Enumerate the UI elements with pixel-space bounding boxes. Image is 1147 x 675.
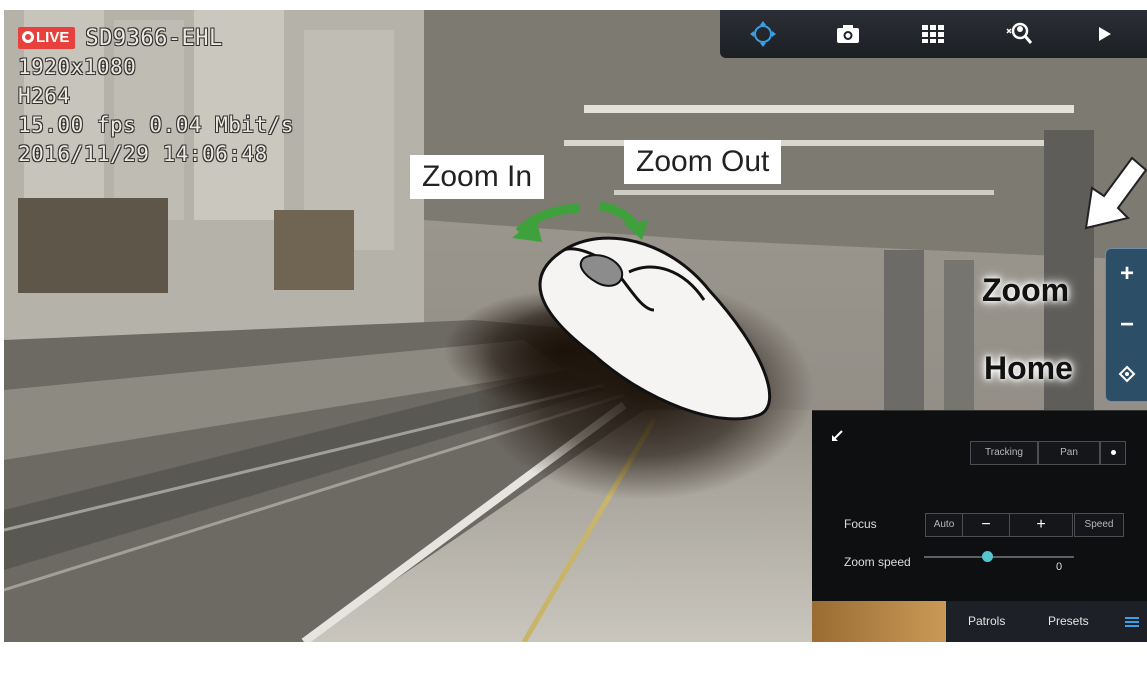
- zoom-speed-value: 0: [1056, 561, 1063, 573]
- camera-model: SD9366-EHL: [85, 26, 223, 51]
- stream-rate: 15.00 fps 0.04 Mbit/s: [18, 113, 295, 137]
- zoom-in-callout: Zoom In: [410, 155, 545, 199]
- stream-resolution: 1920x1080: [18, 55, 137, 79]
- live-dot-icon: [22, 31, 34, 43]
- zoom-speed-label: Zoom speed: [844, 555, 911, 569]
- ptz-move-icon: [749, 21, 776, 47]
- focus-speed-button[interactable]: Speed: [1074, 513, 1124, 537]
- focus-minus-button[interactable]: −: [962, 513, 1010, 537]
- ptz-bottom-bar: Patrols Presets: [812, 601, 1147, 642]
- pan-button[interactable]: Pan: [1038, 441, 1100, 465]
- home-callout: Home: [984, 350, 1073, 386]
- user-search-icon: [1006, 22, 1032, 44]
- live-video-view[interactable]: LIVE SD9366-EHL 1920x1080 H264 15.00 fps …: [4, 10, 1147, 642]
- snapshot-button[interactable]: [827, 15, 869, 53]
- zoom-speed-slider-thumb[interactable]: [982, 551, 993, 562]
- layout-button[interactable]: [912, 15, 954, 53]
- stream-datetime: 2016/11/29 14:06:48: [18, 142, 268, 166]
- grid-layout-icon: [922, 25, 945, 43]
- people-search-button[interactable]: [998, 15, 1040, 53]
- pan-toggle[interactable]: [1100, 441, 1126, 465]
- menu-icon[interactable]: [1124, 615, 1140, 629]
- home-button[interactable]: [1106, 362, 1147, 390]
- stream-codec: H264: [18, 84, 71, 108]
- play-icon: [1099, 27, 1112, 41]
- tab-patrols[interactable]: Patrols: [968, 614, 1005, 628]
- video-osd-overlay: LIVE SD9366-EHL 1920x1080 H264 15.00 fps …: [18, 24, 294, 169]
- viewer-toolbar: [720, 10, 1147, 58]
- tab-presets[interactable]: Presets: [1048, 614, 1089, 628]
- zoom-out-button[interactable]: −: [1106, 311, 1147, 339]
- home-target-icon: [1118, 365, 1136, 383]
- zoom-callout: Zoom: [982, 272, 1070, 308]
- play-button[interactable]: [1083, 15, 1125, 53]
- collapse-arrow-icon[interactable]: [830, 429, 844, 443]
- toggle-dot-icon: [1110, 449, 1116, 455]
- zoom-out-callout: Zoom Out: [624, 140, 782, 184]
- focus-plus-button[interactable]: +: [1009, 513, 1073, 537]
- focus-auto-button[interactable]: Auto: [925, 513, 963, 537]
- ptz-move-button[interactable]: [742, 15, 784, 53]
- ptz-control-panel: Tracking Pan Focus Auto − + Speed Zoom s…: [812, 410, 1147, 642]
- live-label: LIVE: [36, 29, 70, 46]
- zoom-in-button[interactable]: +: [1106, 260, 1147, 288]
- focus-label: Focus: [844, 517, 877, 531]
- live-badge: LIVE: [18, 27, 76, 49]
- camera-snapshot-icon: [837, 25, 860, 43]
- tracking-button[interactable]: Tracking: [970, 441, 1038, 465]
- zoom-control-panel: + −: [1105, 248, 1147, 402]
- zoom-speed-slider-track[interactable]: [924, 556, 1074, 558]
